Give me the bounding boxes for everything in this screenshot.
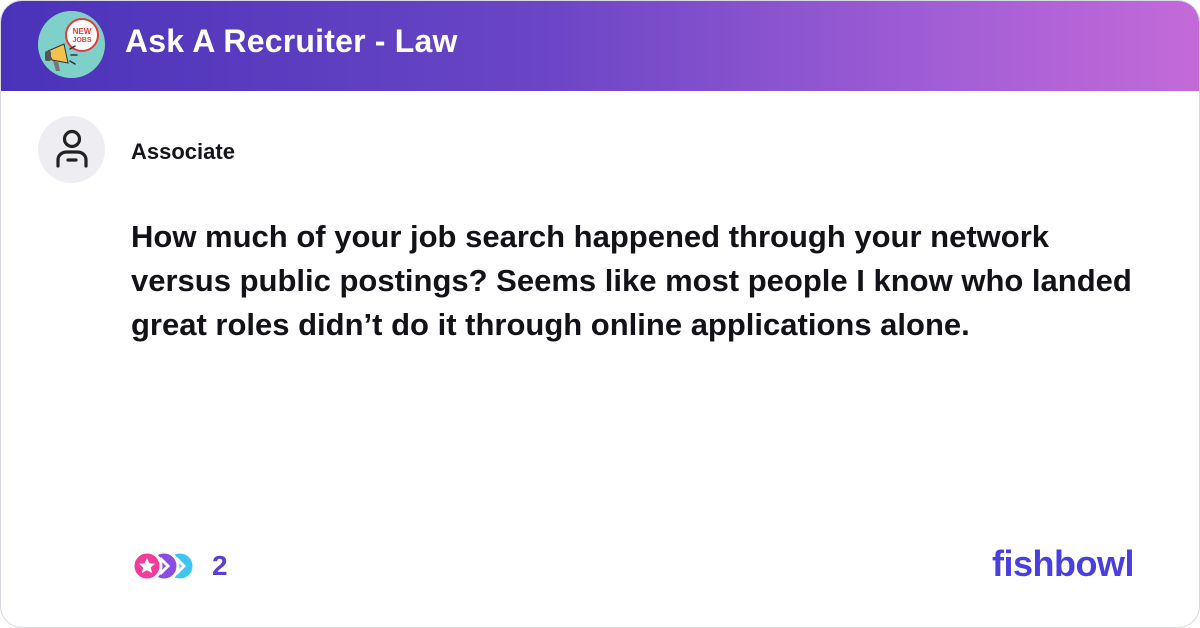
post-card[interactable]: NEW JOBS Ask A Recruiter - Law Associate… xyxy=(0,0,1200,628)
badge-text-jobs: JOBS xyxy=(72,37,91,44)
author-avatar xyxy=(38,116,105,183)
post-body: How much of your job search happened thr… xyxy=(131,219,1132,342)
group-title[interactable]: Ask A Recruiter - Law xyxy=(125,23,458,60)
reactions-icon[interactable] xyxy=(130,549,200,583)
fishbowl-logo[interactable]: fishbowl xyxy=(992,543,1135,585)
user-icon xyxy=(56,129,88,168)
reaction-count[interactable]: 2 xyxy=(212,550,228,582)
author-title: Associate xyxy=(131,139,235,164)
megaphone-icon: NEW JOBS xyxy=(38,11,105,78)
badge-text-new: NEW xyxy=(73,27,92,36)
group-avatar[interactable]: NEW JOBS xyxy=(38,11,105,78)
group-header: NEW JOBS Ask A Recruiter - Law xyxy=(1,1,1199,91)
